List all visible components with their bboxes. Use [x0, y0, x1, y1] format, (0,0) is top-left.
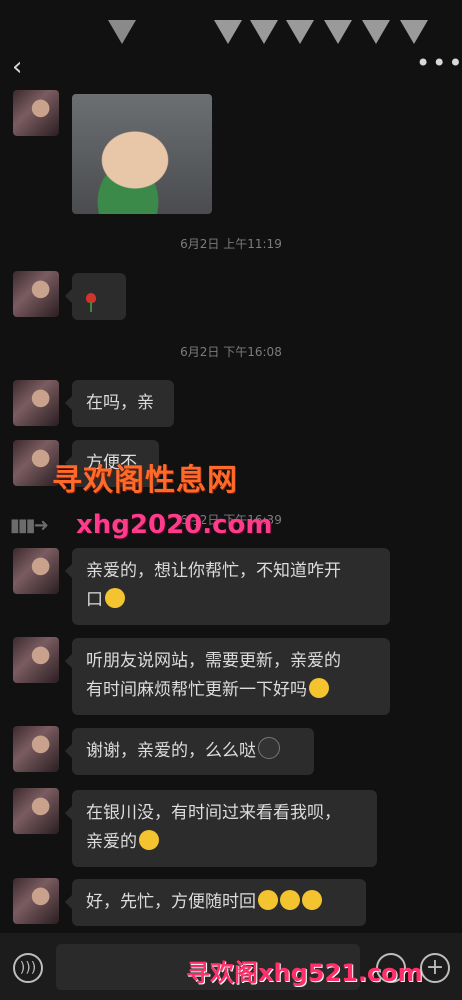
status-icon — [362, 20, 390, 44]
laughing-emoji-icon — [105, 588, 125, 608]
message-bubble[interactable] — [65, 273, 126, 320]
plus-button[interactable]: + — [420, 953, 450, 983]
image-message[interactable] — [72, 94, 212, 214]
status-bar — [0, 0, 462, 46]
voice-button[interactable]: ))) — [13, 953, 43, 983]
message-bubble[interactable]: 亲爱的，想让你帮忙，不知道咋开 口 — [65, 548, 390, 625]
voice-icon: ))) — [19, 960, 37, 976]
watermark: 寻欢阁xhg521.com — [186, 959, 423, 987]
avatar[interactable] — [13, 726, 59, 772]
status-icon — [286, 20, 314, 44]
message-line: 口 — [86, 590, 103, 610]
message-line: 有时间麻烦帮忙更新一下好吗 — [86, 680, 307, 700]
penguin-emoji-icon — [258, 737, 280, 759]
avatar[interactable] — [13, 637, 59, 683]
status-icon — [324, 20, 352, 44]
plus-icon: + — [425, 955, 445, 980]
wink-emoji-icon — [302, 890, 322, 910]
status-icon — [250, 20, 278, 44]
message-text: 在吗，亲 — [86, 393, 154, 413]
status-icon — [108, 20, 136, 44]
rose-icon — [86, 293, 96, 312]
avatar[interactable] — [13, 380, 59, 426]
avatar[interactable] — [13, 878, 59, 924]
avatar[interactable] — [13, 271, 59, 317]
message-bubble[interactable]: 好，先忙，方便随时回 — [65, 879, 366, 926]
timestamp: 6月2日 下午16:08 — [180, 345, 282, 359]
message-bubble[interactable]: 在银川没，有时间过来看看我呗， 亲爱的 — [65, 790, 377, 867]
message-bubble[interactable]: 谢谢，亲爱的，么么哒 — [65, 728, 314, 775]
wink-emoji-icon — [139, 830, 159, 850]
watermark: 寻欢阁性息网 — [52, 463, 238, 498]
message-bubble[interactable]: 听朋友说网站，需要更新，亲爱的 有时间麻烦帮忙更新一下好吗 — [65, 638, 390, 715]
message-text: 好，先忙，方便随时回 — [86, 892, 256, 912]
message-bubble[interactable]: 在吗，亲 — [65, 380, 174, 427]
message-line: 亲爱的 — [86, 832, 137, 852]
message-line: 听朋友说网站，需要更新，亲爱的 — [86, 651, 341, 671]
watermark: xhg2020.com — [76, 510, 273, 540]
avatar[interactable] — [13, 788, 59, 834]
wink-emoji-icon — [280, 890, 300, 910]
laughing-emoji-icon — [309, 678, 329, 698]
more-button[interactable]: ••• — [416, 51, 462, 82]
message-line: 在银川没，有时间过来看看我呗， — [86, 803, 341, 823]
wink-emoji-icon — [258, 890, 278, 910]
chevron-left-icon: ‹ — [12, 52, 23, 82]
arrow-icon: ▮▮▮➜ — [10, 515, 49, 536]
more-dots-icon: ••• — [416, 49, 462, 77]
message-text: 谢谢，亲爱的，么么哒 — [86, 741, 256, 761]
avatar[interactable] — [13, 90, 59, 136]
avatar[interactable] — [13, 548, 59, 594]
back-button[interactable]: ‹ — [12, 52, 36, 82]
chat-header: ‹ ••• — [0, 46, 462, 88]
status-icon — [400, 20, 428, 44]
status-icon — [214, 20, 242, 44]
message-line: 亲爱的，想让你帮忙，不知道咋开 — [86, 561, 341, 581]
timestamp: 6月2日 上午11:19 — [180, 237, 282, 251]
